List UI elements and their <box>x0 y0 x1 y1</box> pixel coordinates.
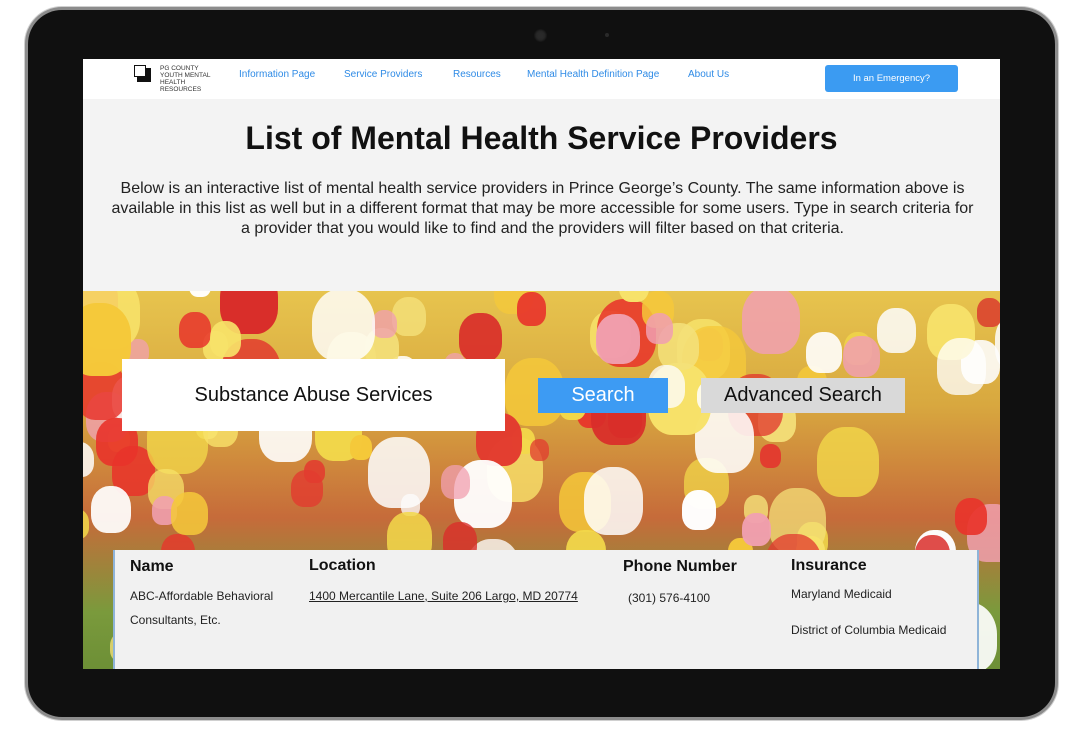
tulip-flower <box>596 314 640 365</box>
provider-name: ABC-Affordable Behavioral Consultants, E… <box>130 589 274 627</box>
tulip-flower <box>304 459 325 484</box>
tulip-flower <box>392 297 427 337</box>
nav-link-service-providers[interactable]: Service Providers <box>344 69 422 80</box>
nav-link-resources[interactable]: Resources <box>453 69 501 80</box>
camera-icon <box>534 29 547 42</box>
tulip-flower <box>90 485 132 533</box>
logo-line: HEALTH <box>160 79 186 86</box>
provider-location-link[interactable]: 1400 Mercantile Lane, Suite 206 Largo, M… <box>309 589 578 603</box>
tulip-flower <box>977 298 1000 327</box>
tulip-flower <box>583 467 644 536</box>
column-header-name: Name <box>130 558 174 575</box>
tulip-flower <box>516 291 547 326</box>
tulip-flower <box>806 332 842 374</box>
logo-icon <box>134 65 151 82</box>
tulip-hero-banner: Substance Abuse Services Search Advanced… <box>83 291 1000 669</box>
tulip-flower <box>741 291 801 354</box>
tulip-flower <box>372 309 398 339</box>
nav-link-mental-health-definition[interactable]: Mental Health Definition Page <box>527 69 659 80</box>
tulip-flower <box>349 434 372 461</box>
logo-line: RESOURCES <box>160 86 202 93</box>
top-navigation: PG COUNTY YOUTH MENTAL HEALTH RESOURCES … <box>83 59 1000 99</box>
tulip-flower <box>530 438 550 462</box>
tulip-flower <box>179 311 211 349</box>
tulip-flower <box>83 509 90 539</box>
page-title: List of Mental Health Service Providers <box>245 120 838 156</box>
tulip-flower <box>681 490 716 530</box>
tulip-flower <box>760 443 781 468</box>
provider-insurance-1: Maryland Medicaid <box>791 587 892 601</box>
search-button[interactable]: Search <box>538 378 668 413</box>
logo-text[interactable]: PG COUNTY YOUTH MENTAL HEALTH RESOURCES <box>160 65 230 93</box>
logo-line: PG COUNTY <box>160 65 199 72</box>
tulip-flower <box>954 498 987 535</box>
column-header-location: Location <box>309 557 376 574</box>
tulip-flower <box>817 426 879 498</box>
tulip-flower <box>876 307 916 353</box>
advanced-search-button[interactable]: Advanced Search <box>701 378 905 413</box>
tulip-flower <box>936 338 986 395</box>
nav-link-information[interactable]: Information Page <box>239 69 315 80</box>
web-page: PG COUNTY YOUTH MENTAL HEALTH RESOURCES … <box>83 59 1000 669</box>
search-input[interactable]: Substance Abuse Services <box>122 359 505 431</box>
provider-table: Name Location Phone Number Insurance ABC… <box>113 550 979 669</box>
provider-location[interactable]: 1400 Mercantile Lane, Suite 206 Largo, M… <box>309 584 578 608</box>
tulip-flower <box>459 312 502 362</box>
nav-link-about-us[interactable]: About Us <box>688 69 729 80</box>
tulip-flower <box>171 491 209 535</box>
provider-phone: (301) 576-4100 <box>628 591 711 605</box>
provider-insurance-2: District of Columbia Medicaid <box>791 623 947 637</box>
tulip-flower <box>188 291 212 297</box>
tulip-flower <box>209 320 242 357</box>
tulip-flower <box>83 441 95 478</box>
tulip-flower <box>646 312 674 345</box>
tulip-flower <box>742 513 772 547</box>
tulip-flower <box>843 335 880 378</box>
page-description: Below is an interactive list of mental h… <box>111 180 974 237</box>
tulip-flower <box>440 464 471 499</box>
tulip-flower <box>368 436 431 509</box>
logo-line: YOUTH MENTAL <box>160 72 211 79</box>
column-header-phone: Phone Number <box>623 558 737 575</box>
emergency-button[interactable]: In an Emergency? <box>825 65 958 92</box>
sensor-dot <box>605 33 609 37</box>
tulip-flower <box>311 291 376 362</box>
column-header-insurance: Insurance <box>791 557 867 574</box>
